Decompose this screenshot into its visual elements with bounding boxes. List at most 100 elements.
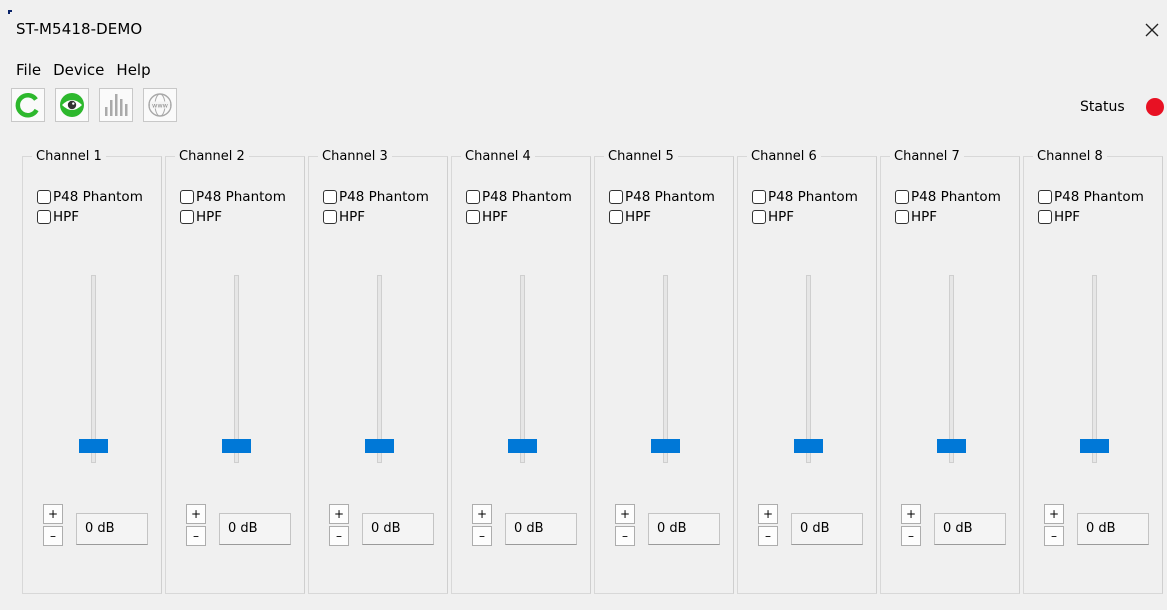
- menu-help[interactable]: Help: [110, 60, 156, 80]
- hpf-label: HPF: [1054, 209, 1081, 225]
- gain-value-field[interactable]: 0 dB: [934, 513, 1006, 545]
- phantom-label: P48 Phantom: [625, 189, 715, 205]
- fader-thumb[interactable]: [1080, 439, 1109, 454]
- fader-thumb[interactable]: [651, 439, 680, 454]
- gain-value-field[interactable]: 0 dB: [1077, 513, 1149, 545]
- phantom-checkbox[interactable]: [323, 190, 337, 204]
- hpf-checkbox-row[interactable]: HPF: [466, 208, 508, 226]
- hpf-checkbox-row[interactable]: HPF: [37, 208, 79, 226]
- phantom-checkbox[interactable]: [895, 190, 909, 204]
- fader-track[interactable]: [91, 275, 96, 463]
- gain-value-field[interactable]: 0 dB: [219, 513, 291, 545]
- gain-decrease-button[interactable]: –: [472, 526, 492, 546]
- gain-increase-button[interactable]: +: [758, 504, 778, 524]
- gain-value-field[interactable]: 0 dB: [648, 513, 720, 545]
- hpf-checkbox-row[interactable]: HPF: [752, 208, 794, 226]
- close-button[interactable]: [1142, 20, 1162, 40]
- fader-track[interactable]: [663, 275, 668, 463]
- phantom-checkbox[interactable]: [609, 190, 623, 204]
- gain-increase-button[interactable]: +: [901, 504, 921, 524]
- close-icon: [1145, 23, 1159, 37]
- gain-increase-button[interactable]: +: [329, 504, 349, 524]
- window-corner-mark: [8, 10, 12, 14]
- web-button[interactable]: www: [143, 88, 177, 122]
- fader-track[interactable]: [377, 275, 382, 463]
- gain-value-field[interactable]: 0 dB: [76, 513, 148, 545]
- hpf-checkbox-row[interactable]: HPF: [180, 208, 222, 226]
- hpf-checkbox-row[interactable]: HPF: [323, 208, 365, 226]
- channel-strip-3: Channel 3 P48 Phantom HPF + – 0 dB: [308, 149, 448, 594]
- phantom-checkbox[interactable]: [180, 190, 194, 204]
- menu-device[interactable]: Device: [47, 60, 110, 80]
- monitor-button[interactable]: [55, 88, 89, 122]
- gain-decrease-button[interactable]: –: [901, 526, 921, 546]
- phantom-checkbox-row[interactable]: P48 Phantom: [895, 188, 1001, 206]
- menu-file[interactable]: File: [10, 60, 47, 80]
- fader-thumb[interactable]: [794, 439, 823, 454]
- hpf-checkbox-row[interactable]: HPF: [1038, 208, 1080, 226]
- phantom-checkbox-row[interactable]: P48 Phantom: [323, 188, 429, 206]
- gain-decrease-button[interactable]: –: [186, 526, 206, 546]
- hpf-label: HPF: [768, 209, 795, 225]
- phantom-label: P48 Phantom: [53, 189, 143, 205]
- svg-text:www: www: [152, 102, 169, 110]
- fader-track[interactable]: [520, 275, 525, 463]
- gain-increase-button[interactable]: +: [472, 504, 492, 524]
- hpf-checkbox-row[interactable]: HPF: [609, 208, 651, 226]
- phantom-checkbox[interactable]: [1038, 190, 1052, 204]
- fader-track[interactable]: [1092, 275, 1097, 463]
- hpf-checkbox[interactable]: [1038, 210, 1052, 224]
- meter-button[interactable]: [99, 88, 133, 122]
- channel-strip-5: Channel 5 P48 Phantom HPF + – 0 dB: [594, 149, 734, 594]
- refresh-button[interactable]: [11, 88, 45, 122]
- channel-title: Channel 8: [1033, 149, 1107, 165]
- fader-thumb[interactable]: [508, 439, 537, 454]
- gain-decrease-button[interactable]: –: [615, 526, 635, 546]
- gain-decrease-button[interactable]: –: [329, 526, 349, 546]
- fader-thumb[interactable]: [937, 439, 966, 454]
- gain-increase-button[interactable]: +: [615, 504, 635, 524]
- fader-thumb[interactable]: [222, 439, 251, 454]
- fader-track[interactable]: [234, 275, 239, 463]
- gain-increase-button[interactable]: +: [1044, 504, 1064, 524]
- phantom-checkbox-row[interactable]: P48 Phantom: [466, 188, 572, 206]
- gain-value-field[interactable]: 0 dB: [505, 513, 577, 545]
- phantom-checkbox[interactable]: [752, 190, 766, 204]
- phantom-label: P48 Phantom: [1054, 189, 1144, 205]
- phantom-checkbox-row[interactable]: P48 Phantom: [609, 188, 715, 206]
- hpf-checkbox[interactable]: [37, 210, 51, 224]
- fader-thumb[interactable]: [79, 439, 108, 454]
- window-title: ST-M5418-DEMO: [16, 20, 143, 38]
- phantom-checkbox[interactable]: [37, 190, 51, 204]
- gain-decrease-button[interactable]: –: [758, 526, 778, 546]
- gain-value-field[interactable]: 0 dB: [362, 513, 434, 545]
- phantom-checkbox-row[interactable]: P48 Phantom: [180, 188, 286, 206]
- hpf-checkbox[interactable]: [180, 210, 194, 224]
- hpf-checkbox[interactable]: [609, 210, 623, 224]
- gain-increase-button[interactable]: +: [43, 504, 63, 524]
- refresh-icon: [15, 93, 39, 118]
- gain-decrease-button[interactable]: –: [1044, 526, 1064, 546]
- hpf-checkbox[interactable]: [466, 210, 480, 224]
- phantom-checkbox-row[interactable]: P48 Phantom: [37, 188, 143, 206]
- gain-increase-button[interactable]: +: [186, 504, 206, 524]
- hpf-checkbox[interactable]: [323, 210, 337, 224]
- hpf-checkbox-row[interactable]: HPF: [895, 208, 937, 226]
- hpf-label: HPF: [339, 209, 366, 225]
- channel-strip-4: Channel 4 P48 Phantom HPF + – 0 dB: [451, 149, 591, 594]
- web-icon: www: [148, 93, 172, 117]
- fader-track[interactable]: [806, 275, 811, 463]
- phantom-label: P48 Phantom: [196, 189, 286, 205]
- gain-decrease-button[interactable]: –: [43, 526, 63, 546]
- fader-track[interactable]: [949, 275, 954, 463]
- toolbar: www Status: [0, 84, 1167, 130]
- gain-value-field[interactable]: 0 dB: [791, 513, 863, 545]
- phantom-checkbox-row[interactable]: P48 Phantom: [1038, 188, 1144, 206]
- hpf-checkbox[interactable]: [752, 210, 766, 224]
- fader-thumb[interactable]: [365, 439, 394, 454]
- phantom-checkbox-row[interactable]: P48 Phantom: [752, 188, 858, 206]
- channel-strip-7: Channel 7 P48 Phantom HPF + – 0 dB: [880, 149, 1020, 594]
- hpf-checkbox[interactable]: [895, 210, 909, 224]
- phantom-checkbox[interactable]: [466, 190, 480, 204]
- phantom-label: P48 Phantom: [339, 189, 429, 205]
